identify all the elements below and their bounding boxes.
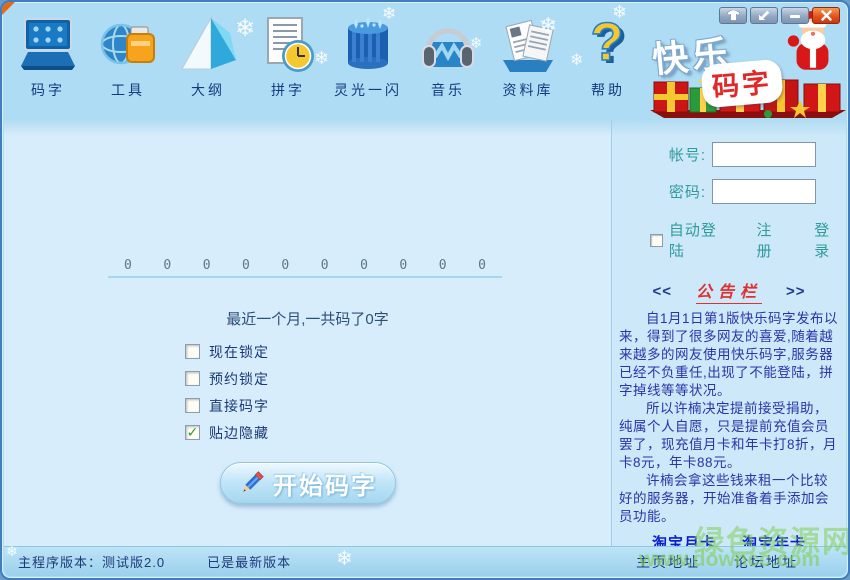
announcement-paragraph: 所以许楠决定提前接受捐助，纯属个人自愿，只是提前充值会员罢了，现充值月卡和年卡打… <box>619 400 841 472</box>
auto-login-checkbox[interactable] <box>650 234 663 247</box>
toolbar-label: 码字 <box>8 80 88 100</box>
taobao-links-row: 淘宝月卡 淘宝年卡 <box>612 532 846 546</box>
start-button-label: 开始码字 <box>273 466 377 501</box>
laptop-icon <box>18 14 78 76</box>
main-toolbar: 码字 工具 大纲 <box>8 14 653 118</box>
chart-value: 0 <box>242 258 250 273</box>
account-row: 帐号: <box>612 142 846 167</box>
close-icon <box>821 10 832 21</box>
chart-value: 0 <box>203 258 211 273</box>
update-status-text: 已是最新版本 <box>207 552 291 571</box>
toolbar-item-inspiration[interactable]: 灵光一闪 <box>328 14 408 118</box>
document-clock-icon <box>258 14 318 76</box>
announcement-body: 自1月1日第1版快乐码字发布以来，得到了很多网友的喜爱,随着越来越多的网友使用快… <box>612 304 846 526</box>
minimize-button[interactable] <box>781 7 809 24</box>
app-window: 码字 工具 大纲 <box>0 0 850 580</box>
homepage-link[interactable]: 主页地址 <box>636 552 700 572</box>
checkbox-direct-typing[interactable]: 直接码字 <box>185 392 269 419</box>
forum-link[interactable]: 论坛地址 <box>734 552 798 572</box>
main-panel: 0 0 0 0 0 0 0 0 0 0 最近一个月,一共码了0字 现在锁定 <box>4 120 612 546</box>
toolbar-item-music[interactable]: 音乐 <box>408 14 488 118</box>
checkbox-icon[interactable] <box>185 371 200 386</box>
pencil-icon <box>239 470 265 496</box>
toolbar-label: 工具 <box>88 80 168 100</box>
toolbar-label: 拼字 <box>248 80 328 100</box>
taobao-month-card-link[interactable]: 淘宝月卡 <box>652 532 716 546</box>
announcement-title: 公告栏 <box>696 278 762 304</box>
monthly-count-chart: 0 0 0 0 0 0 0 0 0 0 <box>108 258 502 278</box>
checkbox-label: 贴边隐藏 <box>209 423 269 443</box>
auto-login-label[interactable]: 自动登陆 <box>669 219 733 261</box>
toolbar-item-typing[interactable]: 码字 <box>8 14 88 118</box>
toolbar-label: 音乐 <box>408 80 488 100</box>
login-link[interactable]: 登录 <box>814 219 846 261</box>
announcement-paragraph: 自1月1日第1版快乐码字发布以来，得到了很多网友的喜爱,随着越来越多的网友使用快… <box>619 310 841 400</box>
svg-text:?: ? <box>591 14 624 72</box>
checkbox-icon[interactable] <box>185 398 200 413</box>
password-row: 密码: <box>612 179 846 204</box>
monthly-summary-text: 最近一个月,一共码了0字 <box>4 308 611 329</box>
minimize-icon <box>789 11 801 21</box>
options-group: 现在锁定 预约锁定 直接码字 ✓ 贴边隐藏 <box>185 338 269 446</box>
tray-arrow-icon <box>758 10 770 21</box>
start-typing-button[interactable]: 开始码字 <box>220 462 396 504</box>
papers-icon <box>498 14 558 76</box>
logo-bubble: 码字 <box>700 59 783 109</box>
chart-value: 0 <box>321 258 329 273</box>
globe-tool-icon <box>98 14 158 76</box>
announcement-prev-button[interactable]: << <box>652 283 672 300</box>
skin-button[interactable] <box>719 7 747 24</box>
checkbox-edge-hide[interactable]: ✓ 贴边隐藏 <box>185 419 269 446</box>
headphones-icon <box>418 14 478 76</box>
checkbox-checked-icon[interactable]: ✓ <box>185 425 200 440</box>
chart-value: 0 <box>478 258 486 273</box>
sparkle-cylinder-icon <box>338 14 398 76</box>
taobao-year-card-link[interactable]: 淘宝年卡 <box>742 532 806 546</box>
logo-text-bottom: 码字 <box>711 67 773 102</box>
toolbar-label: 资料库 <box>488 80 568 100</box>
account-input[interactable] <box>712 142 816 167</box>
checkbox-icon[interactable] <box>185 344 200 359</box>
toolbar-label: 帮助 <box>568 80 648 100</box>
checkbox-label: 现在锁定 <box>209 342 269 362</box>
checkbox-label: 预约锁定 <box>209 369 269 389</box>
toolbar-item-tools[interactable]: 工具 <box>88 14 168 118</box>
sidebar-panel: 帐号: 密码: 自动登陆 注册 登录 << 公告栏 >> 自1月1日第1版快乐码… <box>612 120 846 546</box>
toolbar-item-library[interactable]: 资料库 <box>488 14 568 118</box>
register-link[interactable]: 注册 <box>756 219 788 261</box>
window-controls <box>719 7 840 24</box>
password-label: 密码: <box>669 181 706 202</box>
minimize-to-tray-button[interactable] <box>750 7 778 24</box>
checkbox-label: 直接码字 <box>209 396 269 416</box>
close-button[interactable] <box>812 7 840 24</box>
toolbar-label: 大纲 <box>168 80 248 100</box>
chart-value: 0 <box>399 258 407 273</box>
content-area: 0 0 0 0 0 0 0 0 0 0 最近一个月,一共码了0字 现在锁定 <box>4 120 846 546</box>
chart-value: 0 <box>360 258 368 273</box>
chart-value: 0 <box>439 258 447 273</box>
toolbar-label: 灵光一闪 <box>328 80 408 100</box>
account-label: 帐号: <box>669 144 706 165</box>
announcement-next-button[interactable]: >> <box>786 283 806 300</box>
chart-value: 0 <box>281 258 289 273</box>
toolbar-item-spelling[interactable]: 拼字 <box>248 14 328 118</box>
chart-value: 0 <box>163 258 171 273</box>
login-actions-row: 自动登陆 注册 登录 <box>650 219 846 261</box>
toolbar-item-help[interactable]: ? ? 帮助 <box>568 14 648 118</box>
announcement-header: << 公告栏 >> <box>612 278 846 304</box>
announcement-paragraph: 许楠会拿这些钱来租一个比较好的服务器，开始准备着手添加会员功能。 <box>619 472 841 526</box>
chart-value: 0 <box>124 258 132 273</box>
checkbox-lock-now[interactable]: 现在锁定 <box>185 338 269 365</box>
question-icon: ? ? <box>578 14 638 76</box>
prism-icon <box>178 14 238 76</box>
shirt-icon <box>726 10 741 21</box>
version-text: 主程序版本：测试版2.0 <box>18 552 165 571</box>
password-input[interactable] <box>712 179 816 204</box>
toolbar-item-outline[interactable]: 大纲 <box>168 14 248 118</box>
status-bar: 主程序版本：测试版2.0 已是最新版本 主页地址 论坛地址 <box>4 546 846 576</box>
checkbox-scheduled-lock[interactable]: 预约锁定 <box>185 365 269 392</box>
